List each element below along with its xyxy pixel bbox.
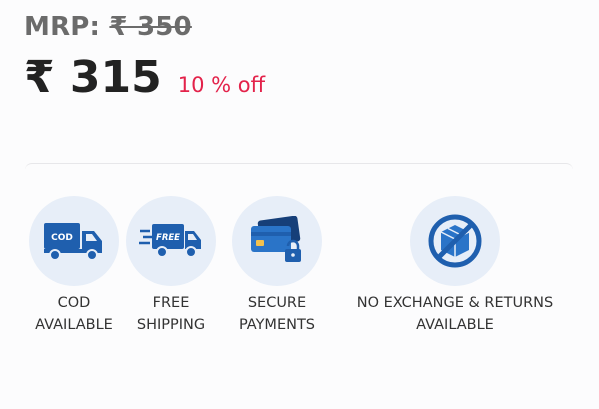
feature-no-exchange-line2: AVAILABLE — [416, 317, 494, 333]
feature-list: COD COD AVAILABLE FREE FREE SHIPPING SEC… — [0, 196, 599, 336]
feature-no-exchange-label: NO EXCHANGE & RETURNS AVAILABLE — [345, 292, 565, 336]
feature-cod-label: COD AVAILABLE — [29, 292, 119, 336]
svg-text:COD: COD — [51, 233, 73, 243]
feature-cod: COD COD AVAILABLE — [29, 196, 119, 336]
feature-free-shipping-line2: SHIPPING — [136, 317, 206, 333]
feature-cod-line2: AVAILABLE — [35, 317, 113, 333]
feature-free-shipping-label: FREE SHIPPING — [126, 292, 216, 336]
free-shipping-circle: FREE — [126, 196, 216, 286]
mrp-price: MRP: ₹ 350 — [24, 12, 192, 42]
secure-payments-circle — [232, 196, 322, 286]
svg-text:FREE: FREE — [156, 233, 180, 243]
current-price: ₹ 315 — [24, 52, 162, 103]
feature-free-shipping-line1: FREE — [152, 295, 190, 311]
cod-truck-icon: COD — [44, 223, 102, 261]
discount-badge: 10 % off — [177, 73, 266, 97]
feature-no-exchange-line1: NO EXCHANGE & RETURNS — [356, 295, 554, 311]
no-exchange-box-icon — [428, 214, 482, 268]
feature-free-shipping: FREE FREE SHIPPING — [126, 196, 216, 336]
feature-secure-payments-line2: PAYMENTS — [238, 317, 316, 333]
feature-no-exchange: NO EXCHANGE & RETURNS AVAILABLE — [345, 196, 565, 336]
mrp-value: ₹ 350 — [109, 12, 192, 42]
feature-secure-payments-label: SECURE PAYMENTS — [232, 292, 322, 336]
feature-secure-payments-line1: SECURE — [247, 295, 307, 311]
no-exchange-circle — [410, 196, 500, 286]
cod-circle: COD — [29, 196, 119, 286]
free-shipping-truck-icon: FREE — [139, 224, 201, 258]
mrp-label: MRP: — [24, 12, 101, 42]
feature-secure-payments: SECURE PAYMENTS — [232, 196, 322, 336]
section-divider — [25, 163, 573, 170]
secure-payment-card-icon — [251, 216, 301, 262]
price-row: ₹ 315 10 % off — [24, 52, 265, 103]
feature-cod-line1: COD — [57, 295, 91, 311]
